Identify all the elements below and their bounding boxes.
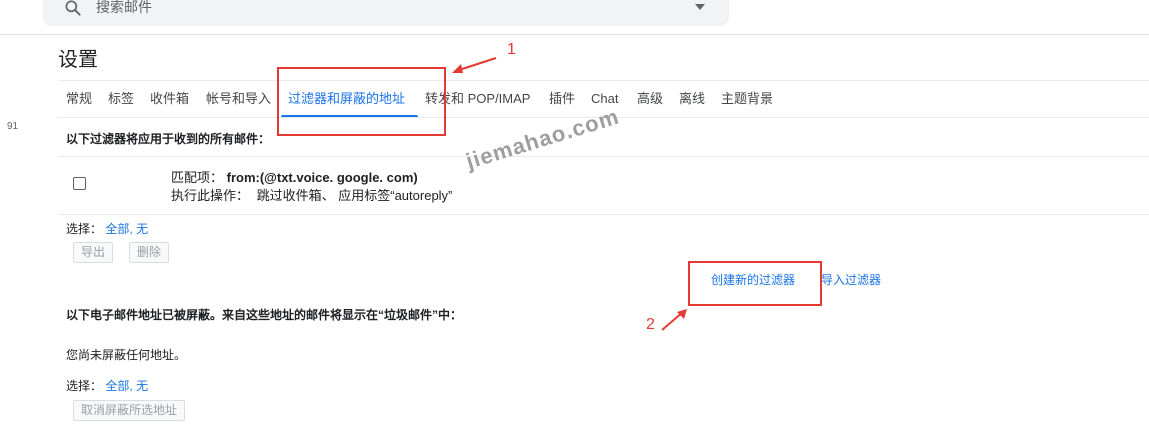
search-icon[interactable] — [63, 0, 83, 18]
blocked-heading: 以下电子邮件地址已被屏蔽。来自这些地址的邮件将显示在“垃圾邮件”中： — [66, 308, 463, 322]
unblock-selected-button[interactable]: 取消屏蔽所选地址 — [73, 400, 186, 421]
export-button[interactable]: 导出 — [73, 242, 114, 263]
left-count: 91 — [7, 121, 19, 132]
annotation-number-1: 1 — [507, 41, 516, 58]
annotation-arrow-2-icon — [661, 309, 687, 331]
annotation-box-1 — [277, 67, 446, 136]
tab-accounts-import[interactable]: 帐号和导入 — [206, 91, 271, 107]
tab-advanced[interactable]: 高级 — [637, 91, 663, 107]
filter-action-line: 执行此操作： 跳过收件箱、 应用标签“autoreply” — [171, 188, 452, 204]
annotation-box-2 — [688, 261, 822, 306]
filter-action-label: 执行此操作： — [171, 188, 250, 203]
tab-offline[interactable]: 离线 — [679, 91, 705, 107]
blocked-select-separator: , — [129, 379, 133, 393]
delete-button[interactable]: 删除 — [129, 242, 170, 263]
title-divider — [58, 80, 1149, 81]
header-divider — [0, 34, 1149, 35]
filters-select-label: 选择： — [66, 222, 103, 236]
filters-heading: 以下过滤器将应用于收到的所有邮件： — [66, 132, 271, 146]
tab-themes[interactable]: 主题背景 — [721, 91, 773, 107]
tab-labels[interactable]: 标签 — [108, 91, 134, 107]
annotation-number-2: 2 — [646, 316, 655, 333]
search-input[interactable]: 搜索邮件 — [96, 0, 152, 16]
blocked-select-none-link[interactable]: 无 — [136, 379, 148, 393]
filters-select-all-link[interactable]: 全部 — [105, 222, 129, 236]
import-filters-link[interactable]: 导入过滤器 — [821, 272, 881, 288]
filter-checkbox[interactable] — [73, 177, 86, 190]
watermark: jiemahao.com — [463, 103, 623, 174]
tab-inbox[interactable]: 收件箱 — [150, 91, 189, 107]
blocked-select-all-link[interactable]: 全部 — [105, 379, 129, 393]
filter-match-line: 匹配项： from:(@txt.voice. google. com) — [171, 170, 418, 186]
filter-row-divider — [58, 214, 1149, 215]
blocked-select-row: 选择： 全部, 无 — [66, 378, 148, 394]
filter-action-value: 跳过收件箱、 应用标签“autoreply” — [256, 188, 453, 203]
filter-row-divider — [58, 156, 1149, 157]
page-title: 设置 — [58, 49, 98, 71]
filters-select-none-link[interactable]: 无 — [136, 222, 148, 236]
tab-general[interactable]: 常规 — [66, 91, 92, 107]
search-options-dropdown-icon[interactable] — [694, 2, 706, 12]
tab-addons[interactable]: 插件 — [549, 91, 575, 107]
blocked-empty-text: 您尚未屏蔽任何地址。 — [66, 348, 187, 362]
filters-select-separator: , — [129, 222, 133, 236]
filters-select-row: 选择： 全部, 无 — [66, 221, 148, 237]
filter-match-value[interactable]: from:(@txt.voice. google. com) — [227, 170, 418, 185]
filter-match-label: 匹配项： — [171, 170, 224, 185]
blocked-select-label: 选择： — [66, 379, 103, 393]
